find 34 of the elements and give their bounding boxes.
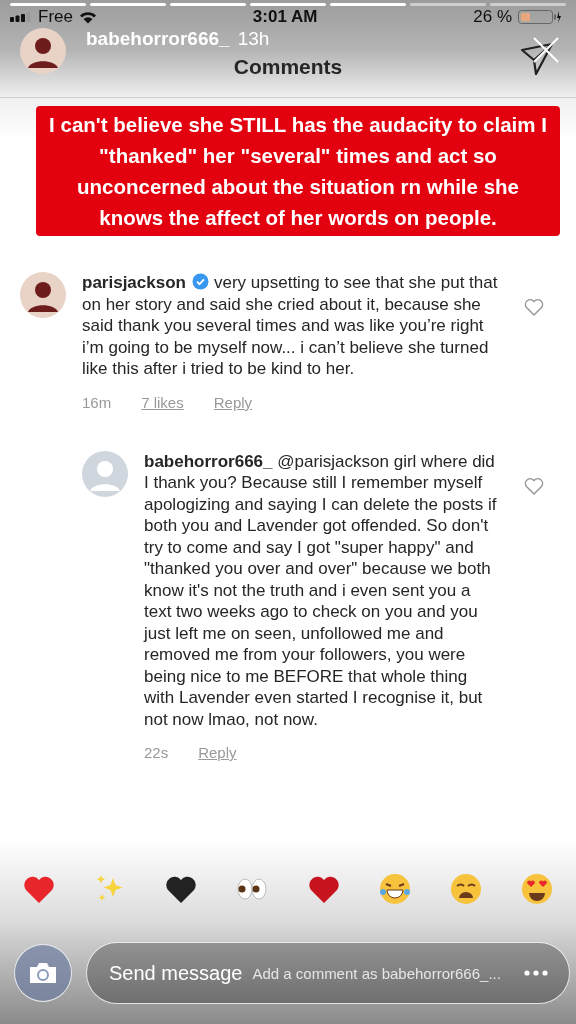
story-caption: I can't believe she STILL has the audacity to claim I "thanked" her "several" times and act so unconcerned about the situation rn while she knows the affect of her words on people. xyxy=(36,106,560,236)
signal-icon xyxy=(10,12,32,22)
comment-text: parisjackson very upsetting to see that she put that on her story and said she cried about it, because she said thank you several times and was like you’re right i’m going to be myself now... i can’t believe she turned like this after i tried to be kind to her. xyxy=(82,272,499,380)
battery-percent: 26 % xyxy=(473,7,512,27)
carrier-name: Free xyxy=(38,7,73,27)
battery-icon xyxy=(518,9,562,25)
comment-time: 22s xyxy=(144,744,169,761)
avatar xyxy=(20,272,66,318)
close-icon[interactable] xyxy=(532,36,560,64)
wifi-icon xyxy=(78,10,97,24)
username-link[interactable]: babehorror666_ xyxy=(144,451,273,471)
comment-text: babehorror666_ @parisjackson girl where did I thank you? Because still I remember myself apologizing and saying I can delete the posts if both you and Lavender got offended. So don't try to come and say I got "super happy" and "thanked you over and over" because we both know it's not the truth and i even sent you a text two weeks ago to check on you and you just left me on seen, unfollowed me and removed me from your followers, you were being nice to me BEFORE that whole thing with Lavender even started I recognise it, but not now lmao, not now. xyxy=(144,450,498,730)
story-time: 13h xyxy=(237,28,270,50)
reply-link[interactable]: Reply xyxy=(213,393,253,411)
reply-link[interactable]: Reply xyxy=(198,744,237,761)
mention-link[interactable]: @parisjackson xyxy=(277,451,389,471)
send-icon[interactable] xyxy=(520,42,554,76)
username-link[interactable]: parisjackson xyxy=(82,273,186,292)
story-username[interactable]: babehorror666_ xyxy=(86,28,230,50)
story-avatar xyxy=(20,28,66,74)
message-field[interactable]: Send message xyxy=(109,961,243,985)
clock: 3:01 AM xyxy=(252,7,318,27)
more-icon[interactable] xyxy=(524,970,549,976)
laughing-face-icon[interactable] xyxy=(377,872,412,906)
camera-icon xyxy=(28,961,58,985)
weary-face-icon[interactable] xyxy=(448,872,483,906)
avatar xyxy=(82,450,128,497)
comment-field[interactable]: Add a comment as babehorror666_... xyxy=(252,964,515,982)
comment-time: 16m xyxy=(82,393,112,411)
heart-eyes-face-icon[interactable] xyxy=(520,872,554,906)
like-heart-icon[interactable] xyxy=(524,298,544,316)
like-heart-icon[interactable] xyxy=(524,476,544,495)
likes-link[interactable]: 7 likes xyxy=(141,393,184,411)
comments-title: Comments xyxy=(233,55,343,79)
